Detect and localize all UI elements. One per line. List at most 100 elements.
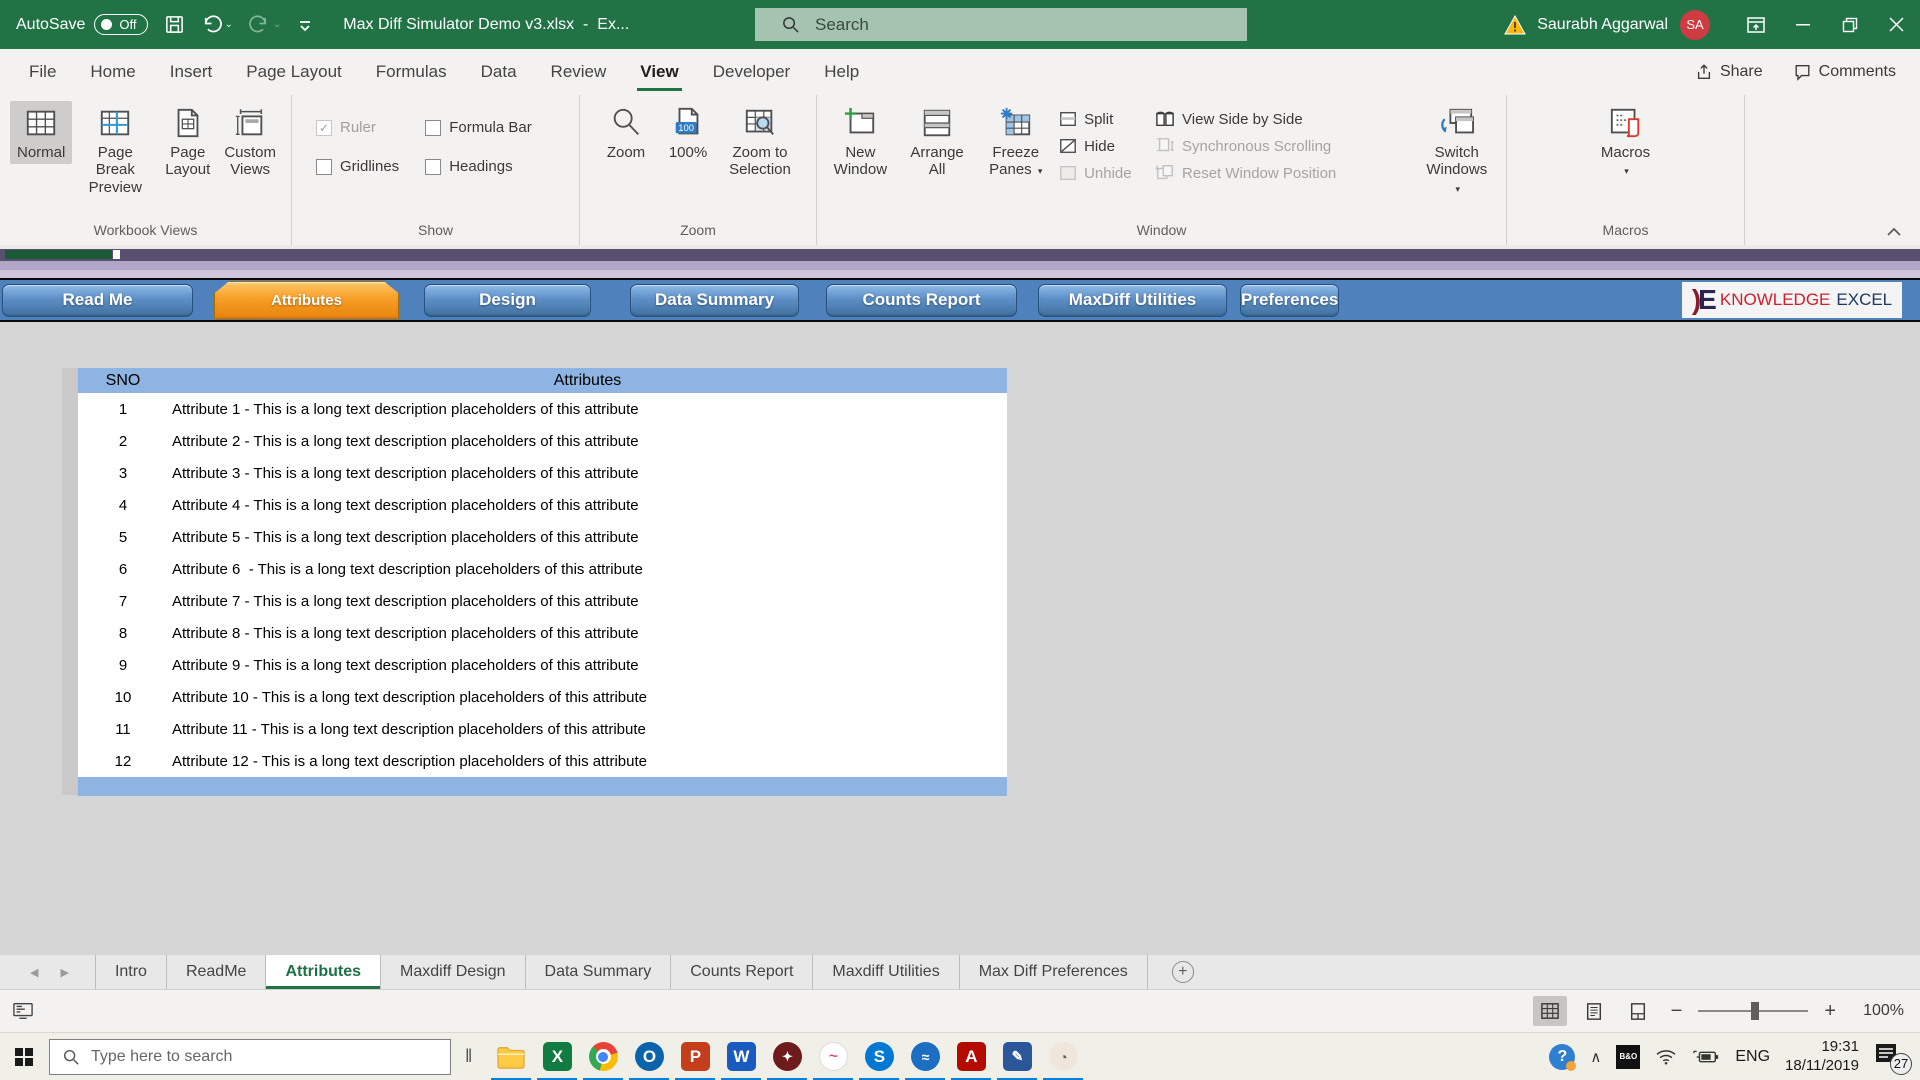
restore-button[interactable]	[1826, 0, 1873, 49]
clock[interactable]: 19:31 18/11/2019	[1785, 1038, 1859, 1076]
tray-chevron-up-icon[interactable]: ∧	[1590, 1048, 1601, 1066]
zoom-level[interactable]: 100%	[1852, 1002, 1904, 1020]
gridlines-checkbox[interactable]: Gridlines	[316, 158, 399, 175]
ribbon-tab[interactable]: Developer	[696, 49, 808, 95]
close-button[interactable]	[1873, 0, 1920, 49]
sheet-tab[interactable]: Intro	[95, 955, 167, 989]
custom-views-button[interactable]: Custom Views	[217, 101, 283, 182]
word-icon[interactable]: W	[718, 1033, 764, 1080]
sheet-tab[interactable]: Max Diff Preferences	[960, 955, 1148, 989]
status-normal-view-button[interactable]	[1533, 996, 1567, 1026]
hide-button[interactable]: Hide	[1059, 137, 1149, 155]
taskbar-search-input[interactable]	[91, 1048, 411, 1066]
sheet-nav-left-button[interactable]: ◀	[30, 966, 38, 979]
search-input[interactable]	[815, 15, 1145, 35]
warning-icon[interactable]	[1503, 14, 1527, 36]
normal-view-button[interactable]: Normal	[10, 101, 72, 164]
help-icon[interactable]: ?	[1549, 1044, 1575, 1070]
sheet-tab[interactable]: Maxdiff Design	[381, 955, 526, 989]
reset-window-position-button[interactable]: Reset Window Position	[1155, 164, 1398, 182]
taskbar-search-box[interactable]	[49, 1039, 451, 1075]
table-row[interactable]: 2 Attribute 2 - This is a long text desc…	[78, 425, 1007, 457]
ribbon-tab[interactable]: Home	[73, 49, 152, 95]
nav-button[interactable]: Attributes	[214, 281, 399, 320]
redo-button[interactable]: ⌄	[249, 14, 281, 35]
sheet-tab[interactable]: Maxdiff Utilities	[813, 955, 959, 989]
ribbon-display-options-button[interactable]	[1732, 0, 1779, 49]
avatar[interactable]: SA	[1680, 10, 1710, 40]
app-icon-4[interactable]: ✎	[994, 1033, 1040, 1080]
user-name[interactable]: Saurabh Aggarwal	[1537, 16, 1668, 34]
ribbon-tab[interactable]: View	[623, 49, 695, 95]
app-icon-2[interactable]: ~	[810, 1033, 856, 1080]
page-layout-view-button[interactable]: Page Layout	[158, 101, 217, 182]
nav-button[interactable]: Design	[424, 284, 591, 317]
undo-button[interactable]: ⌄	[201, 14, 233, 35]
zoom-100-button[interactable]: 100 100%	[657, 101, 719, 164]
wifi-icon[interactable]	[1655, 1048, 1677, 1066]
new-window-button[interactable]: New Window	[825, 101, 896, 182]
app-icon-1[interactable]: ✦	[764, 1033, 810, 1080]
switch-windows-button[interactable]: Switch Windows ▾	[1416, 101, 1498, 199]
table-row[interactable]: 9 Attribute 9 - This is a long text desc…	[78, 649, 1007, 681]
outlook-icon[interactable]: O	[626, 1033, 672, 1080]
split-button[interactable]: Split	[1059, 110, 1149, 128]
excel-icon[interactable]: X	[534, 1033, 580, 1080]
table-row[interactable]: 10 Attribute 10 - This is a long text de…	[78, 681, 1007, 713]
quick-access-toolbar-button[interactable]	[297, 18, 313, 32]
add-sheet-button[interactable]: +	[1172, 961, 1194, 983]
zoom-to-selection-button[interactable]: Zoom to Selection	[719, 101, 801, 182]
powerpoint-icon[interactable]: P	[672, 1033, 718, 1080]
zoom-slider[interactable]	[1698, 1002, 1808, 1020]
zoom-in-button[interactable]: +	[1818, 1000, 1842, 1023]
status-indicator-icon[interactable]	[12, 1001, 34, 1021]
ribbon-tab[interactable]: File	[12, 49, 73, 95]
freeze-panes-button[interactable]: Freeze Panes ▾	[978, 101, 1053, 182]
share-button[interactable]: Share	[1695, 63, 1763, 81]
chrome-icon[interactable]	[580, 1033, 626, 1080]
zoom-slider-thumb[interactable]	[1751, 1002, 1759, 1020]
ruler-checkbox[interactable]: ✓ Ruler	[316, 119, 399, 136]
view-side-by-side-button[interactable]: View Side by Side	[1155, 110, 1398, 128]
formula-bar-checkbox[interactable]: Formula Bar	[425, 119, 532, 136]
title-search-box[interactable]	[755, 8, 1247, 41]
ribbon-tab[interactable]: Data	[464, 49, 534, 95]
table-row[interactable]: 4 Attribute 4 - This is a long text desc…	[78, 489, 1007, 521]
zoom-out-button[interactable]: −	[1665, 1000, 1689, 1023]
start-button[interactable]	[0, 1033, 48, 1080]
notification-center-button[interactable]: 27	[1874, 1042, 1908, 1072]
comments-button[interactable]: Comments	[1793, 63, 1896, 81]
file-explorer-icon[interactable]	[488, 1033, 534, 1080]
nav-button[interactable]: Data Summary	[630, 284, 799, 317]
macros-button[interactable]: Macros▾	[1591, 101, 1661, 182]
arrange-all-button[interactable]: Arrange All	[902, 101, 973, 182]
adobe-acrobat-icon[interactable]: A	[948, 1033, 994, 1080]
paint-icon[interactable]: ◔	[1040, 1033, 1086, 1080]
collapse-ribbon-button[interactable]	[1886, 227, 1902, 237]
status-page-break-button[interactable]	[1621, 996, 1655, 1026]
table-row[interactable]: 5 Attribute 5 - This is a long text desc…	[78, 521, 1007, 553]
nav-button[interactable]: Read Me	[2, 284, 193, 317]
table-row[interactable]: 12 Attribute 12 - This is a long text de…	[78, 745, 1007, 777]
ribbon-tab[interactable]: Review	[534, 49, 624, 95]
sheet-tab[interactable]: Attributes	[266, 955, 381, 989]
sheet-tab[interactable]: Data Summary	[526, 955, 672, 989]
table-row[interactable]: 11 Attribute 11 - This is a long text de…	[78, 713, 1007, 745]
table-row[interactable]: 7 Attribute 7 - This is a long text desc…	[78, 585, 1007, 617]
app-icon-3[interactable]: ≈	[902, 1033, 948, 1080]
synchronous-scrolling-button[interactable]: Synchronous Scrolling	[1155, 137, 1398, 155]
ribbon-tab[interactable]: Page Layout	[229, 49, 358, 95]
ribbon-tab[interactable]: Help	[807, 49, 876, 95]
skype-icon[interactable]: S	[856, 1033, 902, 1080]
status-page-layout-button[interactable]	[1577, 996, 1611, 1026]
table-row[interactable]: 8 Attribute 8 - This is a long text desc…	[78, 617, 1007, 649]
worksheet-area[interactable]: SNO Attributes 1 Attribute 1 - This is a…	[0, 322, 1920, 955]
zoom-button[interactable]: Zoom	[595, 101, 657, 164]
battery-icon[interactable]	[1692, 1049, 1720, 1065]
table-row[interactable]: 1 Attribute 1 - This is a long text desc…	[78, 393, 1007, 425]
nav-button[interactable]: MaxDiff Utilities	[1038, 284, 1227, 317]
autosave-toggle[interactable]: AutoSave Off	[16, 14, 148, 35]
sheet-tab[interactable]: ReadMe	[167, 955, 266, 989]
unhide-button[interactable]: Unhide	[1059, 164, 1149, 182]
table-row[interactable]: 6 Attribute 6 - This is a long text desc…	[78, 553, 1007, 585]
